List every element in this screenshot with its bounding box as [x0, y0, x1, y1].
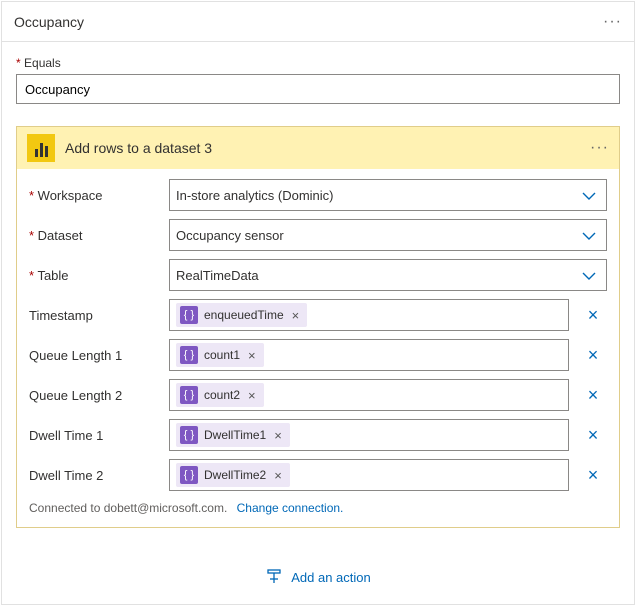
equals-label: Equals	[16, 56, 620, 70]
label-queue2: Queue Length 2	[29, 388, 159, 403]
label-table: Table	[29, 268, 159, 283]
token-label: DwellTime1	[204, 428, 266, 442]
action-menu-icon[interactable]: ···	[590, 139, 609, 157]
token-label: count1	[204, 348, 240, 362]
dynamic-content-icon: { }	[180, 346, 198, 364]
row-dwell1: Dwell Time 1 { } DwellTime1 × ×	[29, 419, 607, 451]
connected-email: dobett@microsoft.com.	[104, 501, 228, 515]
clear-timestamp-icon[interactable]: ×	[579, 305, 607, 326]
dynamic-content-icon: { }	[180, 466, 198, 484]
panel-body: Equals Add rows to a dataset 3 ··· Works…	[2, 42, 634, 604]
input-queue2[interactable]: { } count2 ×	[169, 379, 569, 411]
token-label: count2	[204, 388, 240, 402]
dynamic-content-icon: { }	[180, 426, 198, 444]
row-dataset: Dataset Occupancy sensor	[29, 219, 607, 251]
chevron-down-icon	[582, 188, 596, 203]
input-timestamp[interactable]: { } enqueuedTime ×	[169, 299, 569, 331]
action-body: Workspace In-store analytics (Dominic) D…	[17, 169, 619, 527]
token-remove-icon[interactable]: ×	[272, 428, 284, 443]
row-queue2: Queue Length 2 { } count2 × ×	[29, 379, 607, 411]
input-dwell2[interactable]: { } DwellTime2 ×	[169, 459, 569, 491]
change-connection-link[interactable]: Change connection.	[237, 501, 344, 515]
select-dataset[interactable]: Occupancy sensor	[169, 219, 607, 251]
occupancy-panel: Occupancy ··· Equals Add rows to a datas…	[1, 1, 635, 605]
connected-prefix: Connected to	[29, 501, 104, 515]
row-queue1: Queue Length 1 { } count1 × ×	[29, 339, 607, 371]
select-workspace[interactable]: In-store analytics (Dominic)	[169, 179, 607, 211]
label-timestamp: Timestamp	[29, 308, 159, 323]
dynamic-content-icon: { }	[180, 306, 198, 324]
input-queue1[interactable]: { } count1 ×	[169, 339, 569, 371]
token-count2[interactable]: { } count2 ×	[176, 383, 264, 407]
clear-queue1-icon[interactable]: ×	[579, 345, 607, 366]
row-table: Table RealTimeData	[29, 259, 607, 291]
chevron-down-icon	[582, 228, 596, 243]
token-remove-icon[interactable]: ×	[290, 308, 302, 323]
token-remove-icon[interactable]: ×	[272, 468, 284, 483]
powerbi-icon	[27, 134, 55, 162]
action-header[interactable]: Add rows to a dataset 3 ···	[17, 127, 619, 169]
label-dwell2: Dwell Time 2	[29, 468, 159, 483]
input-dwell1[interactable]: { } DwellTime1 ×	[169, 419, 569, 451]
action-card: Add rows to a dataset 3 ··· Workspace In…	[16, 126, 620, 528]
select-table-value: RealTimeData	[176, 268, 259, 283]
add-action-button[interactable]: Add an action	[16, 568, 620, 586]
row-timestamp: Timestamp { } enqueuedTime × ×	[29, 299, 607, 331]
action-title: Add rows to a dataset 3	[65, 140, 212, 156]
token-count1[interactable]: { } count1 ×	[176, 343, 264, 367]
row-workspace: Workspace In-store analytics (Dominic)	[29, 179, 607, 211]
token-label: DwellTime2	[204, 468, 266, 482]
clear-dwell1-icon[interactable]: ×	[579, 425, 607, 446]
select-workspace-value: In-store analytics (Dominic)	[176, 188, 334, 203]
label-dataset: Dataset	[29, 228, 159, 243]
label-workspace: Workspace	[29, 188, 159, 203]
add-action-label: Add an action	[291, 570, 371, 585]
token-enqueuedtime[interactable]: { } enqueuedTime ×	[176, 303, 307, 327]
panel-title: Occupancy	[14, 14, 84, 30]
token-dwelltime1[interactable]: { } DwellTime1 ×	[176, 423, 290, 447]
label-queue1: Queue Length 1	[29, 348, 159, 363]
label-dwell1: Dwell Time 1	[29, 428, 159, 443]
select-dataset-value: Occupancy sensor	[176, 228, 284, 243]
select-table[interactable]: RealTimeData	[169, 259, 607, 291]
row-dwell2: Dwell Time 2 { } DwellTime2 × ×	[29, 459, 607, 491]
add-action-icon	[265, 568, 283, 586]
clear-dwell2-icon[interactable]: ×	[579, 465, 607, 486]
token-label: enqueuedTime	[204, 308, 284, 322]
dynamic-content-icon: { }	[180, 386, 198, 404]
chevron-down-icon	[582, 268, 596, 283]
panel-menu-icon[interactable]: ···	[603, 13, 622, 31]
panel-header: Occupancy ···	[2, 2, 634, 42]
token-remove-icon[interactable]: ×	[246, 348, 258, 363]
clear-queue2-icon[interactable]: ×	[579, 385, 607, 406]
connection-info: Connected to dobett@microsoft.com. Chang…	[29, 501, 607, 515]
token-dwelltime2[interactable]: { } DwellTime2 ×	[176, 463, 290, 487]
equals-input[interactable]	[16, 74, 620, 104]
token-remove-icon[interactable]: ×	[246, 388, 258, 403]
